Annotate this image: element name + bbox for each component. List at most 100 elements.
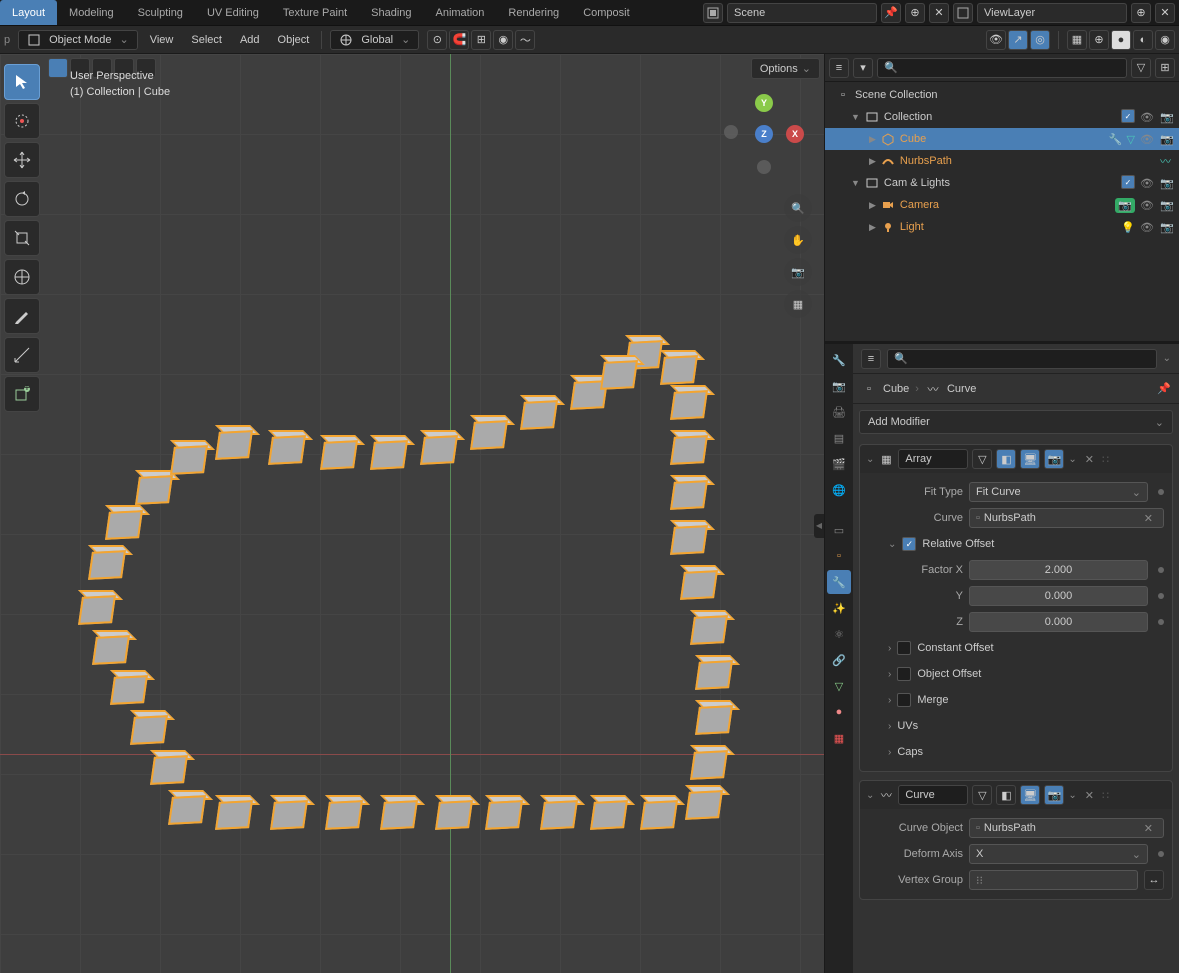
gizmo-x[interactable]: X xyxy=(786,125,804,143)
visibility-icon[interactable]: 👁 xyxy=(986,30,1006,50)
tool-measure[interactable] xyxy=(4,337,40,373)
pan-icon[interactable]: ✋ xyxy=(784,226,812,254)
fit-type-select[interactable]: Fit Curve ⌄ xyxy=(969,482,1148,502)
obj-offset-checkbox[interactable] xyxy=(897,667,911,681)
factor-x-field[interactable]: 2.000 xyxy=(969,560,1148,580)
curve-obj-field[interactable]: ▫ NurbsPath ✕ xyxy=(969,818,1164,838)
outliner-display-icon[interactable]: ≡ xyxy=(829,58,849,78)
deform-axis-select[interactable]: X ⌄ xyxy=(969,844,1148,864)
pivot-icon[interactable]: ⊙ xyxy=(427,30,447,50)
array-toggle-viewport[interactable]: 🖥 xyxy=(1020,449,1040,469)
camera-view-icon[interactable]: 📷 xyxy=(784,258,812,286)
funnel-icon[interactable]: ▽ xyxy=(1127,133,1135,146)
outliner-view-icon[interactable]: ▾ xyxy=(853,58,873,78)
snap-icon[interactable]: 🧲 xyxy=(449,30,469,50)
gizmo-y[interactable]: Y xyxy=(755,94,773,112)
const-offset-collapse[interactable]: › xyxy=(888,643,891,654)
prop-tab-collection[interactable]: ▭ xyxy=(827,518,851,542)
menu-select[interactable]: Select xyxy=(187,34,226,46)
curve-data-icon[interactable]: 〰 xyxy=(1160,153,1171,169)
tree-row[interactable]: ▶NurbsPath〰 xyxy=(825,150,1179,172)
prop-tab-output[interactable]: 🖨 xyxy=(827,400,851,424)
tab-layout[interactable]: Layout xyxy=(0,0,57,25)
wrench-icon[interactable]: 🔧 xyxy=(1109,133,1123,146)
breadcrumb-curve[interactable]: Curve xyxy=(947,383,976,395)
prop-tab-world[interactable]: 🌐 xyxy=(827,478,851,502)
expand-icon[interactable]: ▶ xyxy=(869,222,876,233)
tool-move[interactable] xyxy=(4,142,40,178)
overlay-icon[interactable]: ◎ xyxy=(1030,30,1050,50)
curve-toggle-edit[interactable]: ▽ xyxy=(972,785,992,805)
caps-collapse[interactable]: › xyxy=(888,747,891,758)
visibility-toggle[interactable]: 👁 xyxy=(1139,109,1155,125)
curve-mod-collapse[interactable]: ⌄ xyxy=(866,790,874,801)
pin-icon[interactable]: 📌 xyxy=(1157,382,1171,395)
prop-search[interactable]: 🔍 xyxy=(887,349,1157,369)
panel-toggle[interactable]: ◀ xyxy=(814,514,824,538)
browse-viewlayer-icon[interactable] xyxy=(953,3,973,23)
const-offset-checkbox[interactable] xyxy=(897,641,911,655)
obj-offset-collapse[interactable]: › xyxy=(888,669,891,680)
gizmo-neg-y[interactable] xyxy=(757,160,771,174)
viewport-3d[interactable]: + User Perspective (1) Collection | Cube… xyxy=(0,54,824,973)
curve-toggle-cage[interactable]: ◧ xyxy=(996,785,1016,805)
select-mode-new[interactable] xyxy=(48,58,68,78)
shading-solid-icon[interactable]: ● xyxy=(1111,30,1131,50)
menu-add[interactable]: Add xyxy=(236,34,264,46)
tree-row[interactable]: ▼Collection✓👁📷 xyxy=(825,106,1179,128)
tab-uv-editing[interactable]: UV Editing xyxy=(195,0,271,25)
delete-scene-icon[interactable]: ✕ xyxy=(929,3,949,23)
relative-offset-checkbox[interactable]: ✓ xyxy=(902,537,916,551)
prop-tab-modifiers[interactable]: 🔧 xyxy=(827,570,851,594)
array-toggle-render[interactable]: 📷 xyxy=(1044,449,1064,469)
nav-gizmo[interactable]: Y X Z xyxy=(724,94,804,174)
array-toggle-cage[interactable]: ◧ xyxy=(996,449,1016,469)
array-collapse[interactable]: ⌄ xyxy=(866,454,874,465)
tree-row[interactable]: ▶Cube🔧▽👁📷 xyxy=(825,128,1179,150)
vertex-group-invert[interactable]: ↔ xyxy=(1144,870,1164,890)
curve-toggle-viewport[interactable]: 🖥 xyxy=(1020,785,1040,805)
prop-tab-object[interactable]: ▫ xyxy=(827,544,851,568)
prop-tab-physics[interactable]: ⚛ xyxy=(827,622,851,646)
array-delete[interactable]: ✕ xyxy=(1081,453,1098,466)
prop-tab-constraints[interactable]: 🔗 xyxy=(827,648,851,672)
tab-shading[interactable]: Shading xyxy=(359,0,423,25)
tree-row[interactable]: ▶Camera📷👁📷 xyxy=(825,194,1179,216)
expand-icon[interactable]: ▶ xyxy=(869,200,876,211)
tab-texture-paint[interactable]: Texture Paint xyxy=(271,0,359,25)
curve-mod-name-field[interactable]: Curve xyxy=(898,785,968,805)
browse-scene-icon[interactable] xyxy=(703,3,723,23)
render-toggle[interactable]: 📷 xyxy=(1159,109,1175,125)
prop-tab-data[interactable]: ▽ xyxy=(827,674,851,698)
collection-enable-checkbox[interactable]: ✓ xyxy=(1121,175,1135,189)
new-scene-icon[interactable]: ⊕ xyxy=(905,3,925,23)
expand-icon[interactable]: ▼ xyxy=(851,178,860,188)
prop-tab-particles[interactable]: ✨ xyxy=(827,596,851,620)
expand-icon[interactable]: ▶ xyxy=(869,134,876,145)
prop-tab-texture[interactable]: ▦ xyxy=(827,726,851,750)
breadcrumb-cube[interactable]: Cube xyxy=(883,383,909,395)
relative-offset-collapse[interactable]: ⌄ xyxy=(888,539,896,550)
render-toggle[interactable]: 📷 xyxy=(1159,219,1175,235)
proportional-icon[interactable]: ◉ xyxy=(493,30,513,50)
pin-scene-icon[interactable]: 📌 xyxy=(881,3,901,23)
tab-sculpting[interactable]: Sculpting xyxy=(126,0,195,25)
menu-object[interactable]: Object xyxy=(274,34,314,46)
zoom-icon[interactable]: 🔍 xyxy=(784,194,812,222)
tab-composit[interactable]: Composit xyxy=(571,0,641,25)
tool-annotate[interactable] xyxy=(4,298,40,334)
menu-view[interactable]: View xyxy=(146,34,178,46)
outliner-new-collection-icon[interactable]: ⊞ xyxy=(1155,58,1175,78)
curve-mod-delete[interactable]: ✕ xyxy=(1081,789,1098,802)
merge-checkbox[interactable] xyxy=(897,693,911,707)
viewlayer-field[interactable]: ViewLayer xyxy=(977,3,1127,23)
merge-collapse[interactable]: › xyxy=(888,695,891,706)
snap-to-icon[interactable]: ⊞ xyxy=(471,30,491,50)
uvs-collapse[interactable]: › xyxy=(888,721,891,732)
outliner-filter-icon[interactable]: ▽ xyxy=(1131,58,1151,78)
outliner-search[interactable]: 🔍 xyxy=(877,58,1127,78)
tool-select[interactable] xyxy=(4,64,40,100)
tree-row-root[interactable]: ▫ Scene Collection xyxy=(825,84,1179,106)
prop-tab-material[interactable]: ● xyxy=(827,700,851,724)
curve-toggle-render[interactable]: 📷 xyxy=(1044,785,1064,805)
